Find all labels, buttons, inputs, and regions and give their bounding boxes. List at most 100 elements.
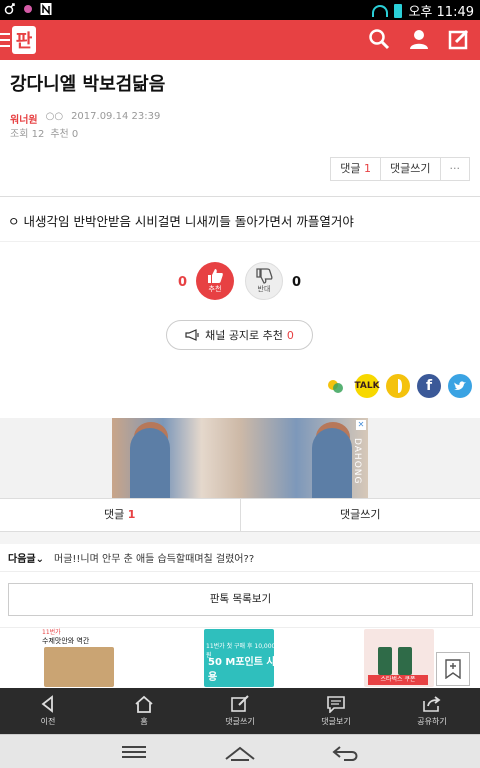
twitter-icon[interactable] xyxy=(448,374,472,398)
bookmark-button[interactable] xyxy=(436,652,470,686)
downvote-label: 반대 xyxy=(257,285,271,293)
channel-notice-button[interactable]: 채널 공지로 추천 0 xyxy=(166,320,313,350)
back-icon xyxy=(41,695,53,713)
nav-home[interactable]: 홈 xyxy=(96,688,192,734)
tab-comments-count: 1 xyxy=(127,508,136,521)
channel-notice-count: 0 xyxy=(286,328,294,342)
author-suffix: ○○ xyxy=(45,111,64,122)
write-comment-button[interactable]: 댓글쓰기 xyxy=(381,158,441,180)
facebook-icon[interactable]: f xyxy=(417,374,441,398)
nav-back-label: 이전 xyxy=(40,717,56,726)
system-home-icon[interactable] xyxy=(220,741,260,763)
comments-button-label: 댓글 xyxy=(340,162,361,175)
kakao-icon[interactable] xyxy=(386,374,410,398)
bottom-nav: 이전 홈 댓글쓰기 댓글보기 공유하기 xyxy=(0,688,480,734)
logo-mark: 판 xyxy=(12,26,36,54)
bookmark-add-icon xyxy=(445,659,461,679)
nav-view-comments[interactable]: 댓글보기 xyxy=(288,688,384,734)
wifi-icon xyxy=(372,4,389,17)
post-action-group: 댓글 1 댓글쓰기 ··· xyxy=(330,157,470,181)
n-app-icon xyxy=(40,2,52,16)
status-bar: 오후 11:49 xyxy=(0,0,480,20)
tab-write-comment[interactable]: 댓글쓰기 xyxy=(241,499,480,531)
section-gap xyxy=(0,532,480,544)
nav-back[interactable]: 이전 xyxy=(0,688,96,734)
channel-notice-label: 채널 공지로 추천 xyxy=(205,329,283,342)
post-meta: 워너원 ○○ 2017.09.14 23:39 xyxy=(10,111,160,126)
ad-close-icon[interactable]: ✕ xyxy=(356,420,366,430)
post-date: 2017.09.14 23:39 xyxy=(71,111,161,122)
next-post-label-text: 다음글 xyxy=(8,554,36,565)
app-header: 판 xyxy=(0,20,480,60)
user-icon[interactable] xyxy=(408,28,432,52)
post-author[interactable]: 워너원 xyxy=(10,111,38,126)
thumbs-down-icon xyxy=(256,268,273,284)
next-post-title: 머글!!니며 안무 춘 애들 습득할때며칠 걸렸어?? xyxy=(54,554,255,565)
search-icon[interactable] xyxy=(368,28,392,52)
product-cup xyxy=(378,647,392,675)
nav-home-label: 홈 xyxy=(140,717,148,726)
tab-comments-label: 댓글 xyxy=(104,508,125,521)
product-promo-big: 50 M포인트 사용 xyxy=(208,657,276,683)
clock: 오후 11:49 xyxy=(408,5,474,20)
product-tag: 11번가 xyxy=(42,629,61,636)
nav-share-label: 공유하기 xyxy=(417,717,447,726)
divider xyxy=(0,196,480,197)
chevron-down-icon: ⌄ xyxy=(35,554,44,565)
share-icon xyxy=(423,696,441,712)
divider xyxy=(0,571,480,572)
nav-write-comment-label: 댓글쓰기 xyxy=(225,717,255,726)
product-ad[interactable]: 11번가 첫 구매 후 10,000원 50 M포인트 사용 xyxy=(202,629,276,687)
comments-button-count: 1 xyxy=(364,162,372,175)
system-back-icon[interactable] xyxy=(326,741,366,763)
tab-comments[interactable]: 댓글 1 xyxy=(0,499,241,531)
kakao-story-icon[interactable] xyxy=(324,374,348,398)
product-title: 수제맛안와 역간 xyxy=(42,637,90,645)
ad-model-body xyxy=(130,428,170,498)
divider xyxy=(0,627,480,628)
product-badge: 스타벅스 쿠폰 xyxy=(368,675,428,685)
more-button[interactable]: ··· xyxy=(441,158,470,180)
next-post[interactable]: 다음글⌄ 머글!!니며 안무 춘 애들 습득할때며칠 걸렸어?? xyxy=(8,550,254,565)
nav-view-comments-label: 댓글보기 xyxy=(321,717,351,726)
home-icon xyxy=(135,695,153,713)
product-ad[interactable]: 스타벅스 쿠폰 xyxy=(362,629,436,687)
megaphone-icon xyxy=(185,329,199,341)
thumbs-up-icon xyxy=(208,269,223,283)
comment-icon xyxy=(327,696,345,713)
downvote-count: 0 xyxy=(292,275,302,290)
recent-apps-icon[interactable] xyxy=(114,741,154,763)
system-nav-bar xyxy=(0,734,480,768)
post-body: ㅇ 내생각임 반박안받음 시비걸면 니새끼들 돌아가면서 까플열거야 xyxy=(8,214,354,229)
ad-banner[interactable]: DAHONG xyxy=(112,418,368,498)
upvote-label: 추천 xyxy=(208,285,222,293)
view-count: 조회 12 xyxy=(10,129,45,140)
ad-model-body xyxy=(312,428,352,498)
edit-icon[interactable] xyxy=(448,28,472,52)
share-bar: TALK f xyxy=(324,374,472,398)
comments-button[interactable]: 댓글 1 xyxy=(331,158,382,180)
recommend-count: 추천 0 xyxy=(50,129,79,140)
app-logo[interactable]: 판 xyxy=(0,26,36,54)
ad-brand: DAHONG xyxy=(352,438,362,485)
upvote-button[interactable]: 추천 xyxy=(196,262,234,300)
product-image xyxy=(44,647,114,687)
bluetooth-icon xyxy=(4,2,16,16)
nav-write-comment[interactable]: 댓글쓰기 xyxy=(192,688,288,734)
battery-icon xyxy=(394,3,403,18)
comment-tabs: 댓글 1 댓글쓰기 xyxy=(0,498,480,532)
product-ad[interactable]: 11번가 수제맛안와 역간 xyxy=(42,629,116,687)
divider xyxy=(0,241,480,242)
post-title: 강다니엘 박보검닮음 xyxy=(10,74,166,95)
post-stats: 조회 12 추천 0 xyxy=(10,125,78,140)
list-view-button[interactable]: 판톡 목록보기 xyxy=(8,583,473,616)
downvote-button[interactable]: 반대 xyxy=(245,262,283,300)
product-cup xyxy=(398,647,412,675)
kakao-talk-icon[interactable]: TALK xyxy=(354,374,380,398)
compose-icon xyxy=(231,695,249,712)
next-post-label: 다음글⌄ xyxy=(8,550,44,565)
menu-icon[interactable] xyxy=(0,33,10,47)
notification-icon xyxy=(22,2,34,16)
upvote-count: 0 xyxy=(178,275,188,290)
nav-share[interactable]: 공유하기 xyxy=(384,688,480,734)
